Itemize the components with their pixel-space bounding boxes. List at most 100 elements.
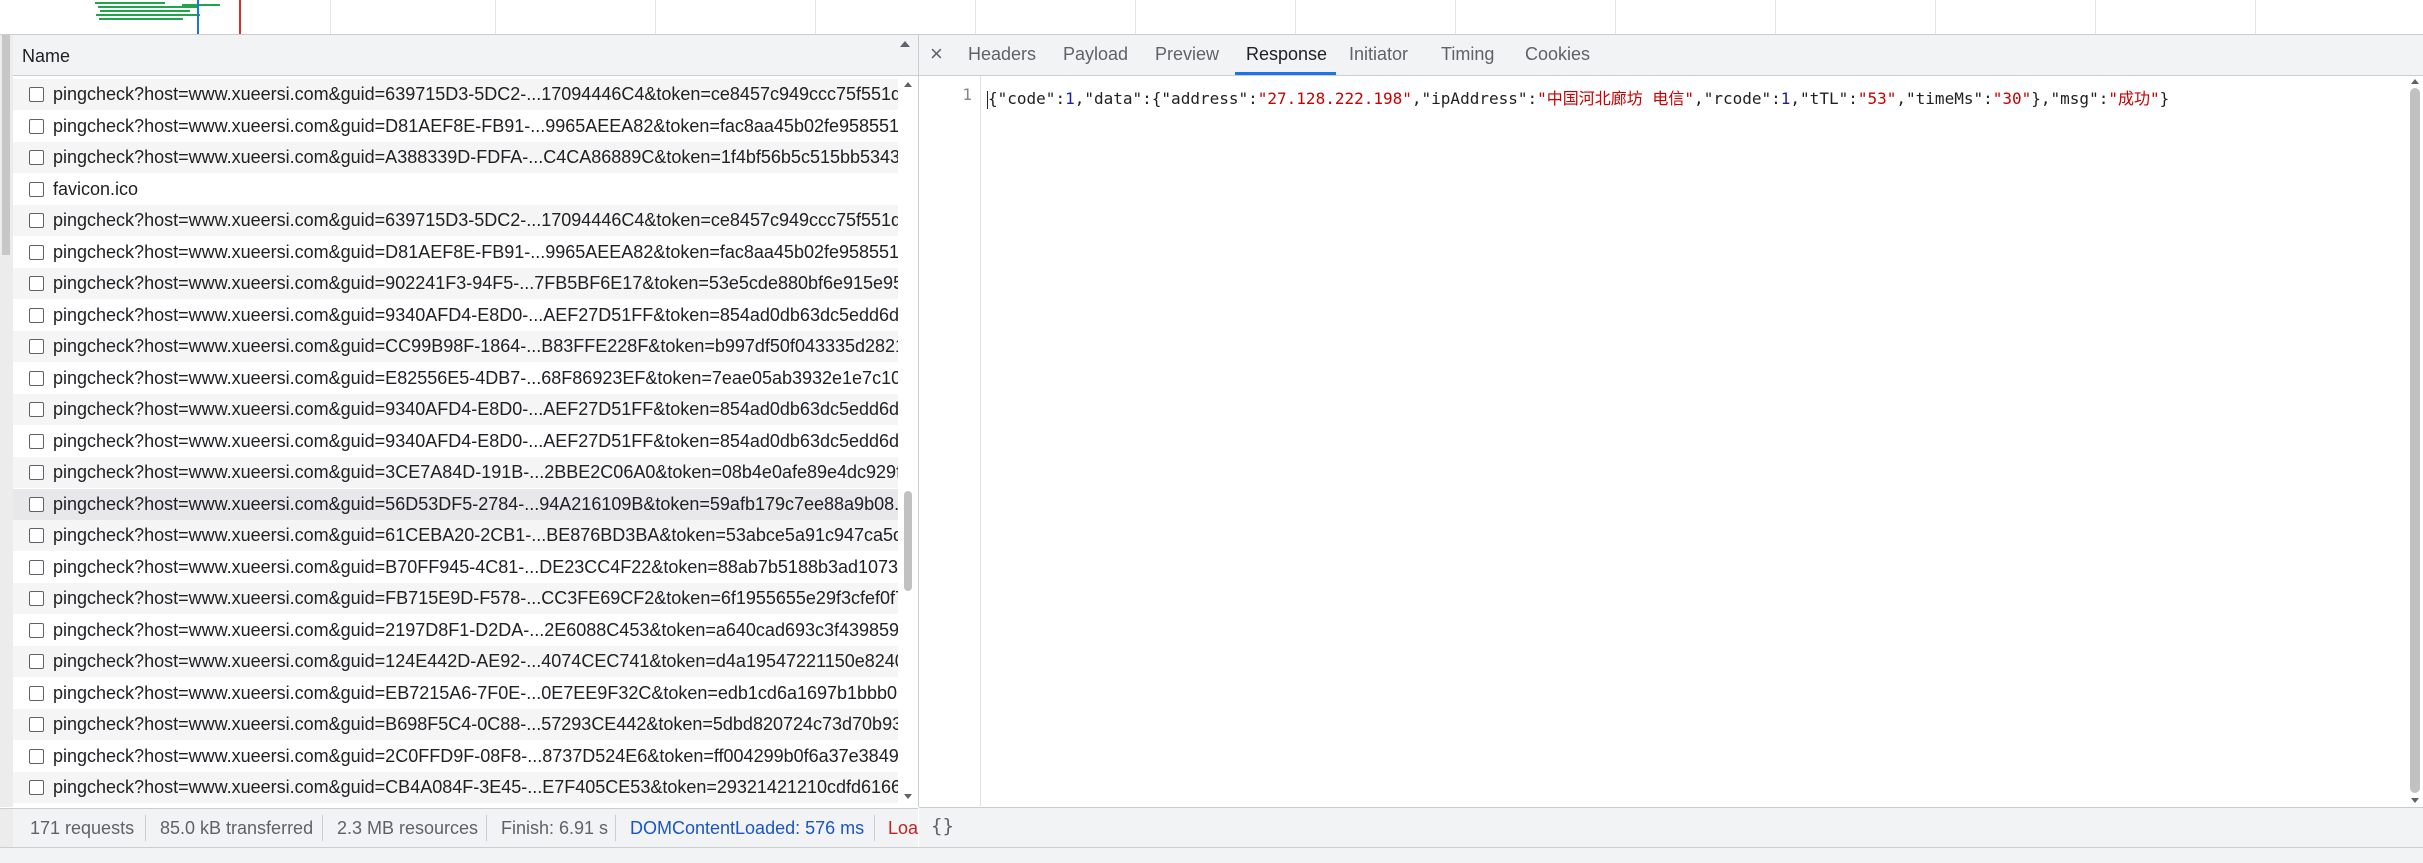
table-row[interactable]: pingcheck?host=www.xueersi.com&guid=D81A… <box>13 237 898 268</box>
detail-tabbar: × Headers Payload Preview Response Initi… <box>919 35 2423 76</box>
request-rows: pingcheck?host=www.xueersi.com&guid=6397… <box>13 76 898 807</box>
request-type-icon <box>29 685 44 701</box>
table-row[interactable]: pingcheck?host=www.xueersi.com&guid=61CE… <box>13 520 898 551</box>
response-scroll-thumb[interactable] <box>2410 88 2420 793</box>
table-row[interactable]: pingcheck?host=www.xueersi.com&guid=EB72… <box>13 678 898 709</box>
request-type-icon <box>29 433 44 449</box>
request-type-icon <box>29 780 44 795</box>
scroll-up-icon[interactable] <box>904 82 912 87</box>
network-overview[interactable] <box>0 0 2423 35</box>
request-type-icon <box>29 307 44 323</box>
request-name: pingcheck?host=www.xueersi.com&guid=B698… <box>53 714 898 734</box>
overview-grid-line <box>2095 0 2096 34</box>
request-list-scroll-thumb[interactable] <box>904 491 912 591</box>
request-name: pingcheck?host=www.xueersi.com&guid=56D5… <box>53 493 898 514</box>
tab-cookies[interactable]: Cookies <box>1525 44 1590 65</box>
left-gutter <box>0 35 13 807</box>
response-body[interactable]: {"code":1,"data":{"address":"27.128.222.… <box>987 85 2169 109</box>
overview-grid-line <box>495 0 496 34</box>
status-divider <box>615 815 616 841</box>
json-string: "30" <box>1992 89 2032 108</box>
request-name: pingcheck?host=www.xueersi.com&guid=D81A… <box>53 115 898 136</box>
request-type-icon <box>29 213 44 228</box>
table-row[interactable]: pingcheck?host=www.xueersi.com&guid=9022… <box>13 268 898 299</box>
line-number-gutter: 1 <box>919 76 981 806</box>
request-list-scrollbar[interactable] <box>900 76 916 807</box>
table-row[interactable]: pingcheck?host=www.xueersi.com&guid=CB4A… <box>13 772 898 803</box>
json-key: "code" <box>997 89 1056 108</box>
response-scrollbar[interactable] <box>2407 76 2423 806</box>
table-row[interactable]: pingcheck?host=www.xueersi.com&guid=56D5… <box>13 488 898 520</box>
gutter-scroll-thumb[interactable] <box>2 35 10 255</box>
request-name: pingcheck?host=www.xueersi.com&guid=9340… <box>53 430 898 451</box>
json-punctuation: , <box>1896 89 1907 108</box>
table-row[interactable]: pingcheck?host=www.xueersi.com&guid=2197… <box>13 615 898 646</box>
pretty-print-button[interactable]: {} <box>931 815 954 837</box>
json-string: "成功" <box>2108 89 2160 108</box>
request-name: favicon.ico <box>53 178 139 199</box>
scroll-down-icon[interactable] <box>904 794 912 799</box>
table-row[interactable]: pingcheck?host=www.xueersi.com&guid=6397… <box>13 205 898 236</box>
table-row[interactable]: pingcheck?host=www.xueersi.com&guid=9340… <box>13 426 898 457</box>
request-type-icon <box>29 622 44 638</box>
table-row[interactable]: pingcheck?host=www.xueersi.com&guid=D81A… <box>13 111 898 142</box>
close-icon[interactable]: × <box>930 41 943 67</box>
table-row[interactable]: pingcheck?host=www.xueersi.com&guid=124E… <box>13 646 898 677</box>
overview-waterfall-bar <box>182 4 220 6</box>
json-punctuation: } <box>2159 89 2170 108</box>
json-string: "27.128.222.198" <box>1257 89 1412 108</box>
tab-response[interactable]: Response <box>1246 44 1327 65</box>
request-name: pingcheck?host=www.xueersi.com&guid=3CE7… <box>53 462 898 482</box>
request-type-icon <box>29 339 44 354</box>
json-string: "53" <box>1857 89 1897 108</box>
request-type-icon <box>29 591 44 606</box>
response-viewer[interactable]: 1 {"code":1,"data":{"address":"27.128.22… <box>919 76 2423 806</box>
table-row[interactable]: pingcheck?host=www.xueersi.com&guid=FB71… <box>13 583 898 614</box>
request-name: pingcheck?host=www.xueersi.com&guid=CB4A… <box>53 777 898 797</box>
request-name: pingcheck?host=www.xueersi.com&guid=124E… <box>53 651 898 671</box>
overview-waterfall-bar <box>98 6 198 8</box>
request-type-icon <box>29 465 44 480</box>
scroll-up-icon[interactable] <box>2411 79 2419 84</box>
request-type-icon <box>29 181 44 197</box>
name-column-header[interactable]: Name <box>13 35 918 76</box>
tab-timing[interactable]: Timing <box>1441 44 1494 65</box>
json-punctuation: : <box>1771 89 1781 108</box>
json-number: 1 <box>1780 89 1791 108</box>
scroll-down-icon[interactable] <box>2411 798 2419 803</box>
request-type-icon <box>29 150 44 165</box>
overview-grid-line <box>975 0 976 34</box>
table-row[interactable]: pingcheck?host=www.xueersi.com&guid=B70F… <box>13 552 898 583</box>
tab-initiator[interactable]: Initiator <box>1349 44 1408 65</box>
json-number: 1 <box>1065 89 1075 108</box>
table-row[interactable]: pingcheck?host=www.xueersi.com&guid=9340… <box>13 300 898 331</box>
request-type-icon <box>29 496 44 512</box>
json-punctuation: { <box>988 89 998 108</box>
table-row[interactable]: pingcheck?host=www.xueersi.com&guid=B698… <box>13 709 898 740</box>
status-divider <box>322 815 323 841</box>
json-key: "timeMs" <box>1906 89 1984 108</box>
request-name: pingcheck?host=www.xueersi.com&guid=9340… <box>53 399 898 419</box>
overview-waterfall-bar <box>99 18 183 20</box>
dom-content-loaded-marker <box>197 0 199 34</box>
status-divider <box>874 815 875 841</box>
table-row[interactable]: pingcheck?host=www.xueersi.com&guid=CC99… <box>13 331 898 362</box>
json-punctuation: : <box>1983 89 1993 108</box>
table-row[interactable]: pingcheck?host=www.xueersi.com&guid=E825… <box>13 363 898 394</box>
table-row[interactable]: pingcheck?host=www.xueersi.com&guid=6397… <box>13 79 898 110</box>
table-row[interactable]: pingcheck?host=www.xueersi.com&guid=A388… <box>13 142 898 173</box>
request-type-icon <box>29 276 44 291</box>
table-row[interactable]: favicon.ico <box>13 174 898 205</box>
tab-payload[interactable]: Payload <box>1063 44 1128 65</box>
tab-headers[interactable]: Headers <box>968 44 1036 65</box>
overview-grid-line <box>815 0 816 34</box>
overview-waterfall-bar <box>96 14 200 16</box>
request-type-icon <box>29 528 44 543</box>
request-name: pingcheck?host=www.xueersi.com&guid=B70F… <box>53 556 898 577</box>
tab-preview[interactable]: Preview <box>1155 44 1219 65</box>
table-row[interactable]: pingcheck?host=www.xueersi.com&guid=9340… <box>13 394 898 425</box>
json-key: "rcode" <box>1703 89 1772 108</box>
json-key: "msg" <box>2050 89 2099 108</box>
table-row[interactable]: pingcheck?host=www.xueersi.com&guid=2C0F… <box>13 741 898 772</box>
table-row[interactable]: pingcheck?host=www.xueersi.com&guid=3CE7… <box>13 457 898 488</box>
